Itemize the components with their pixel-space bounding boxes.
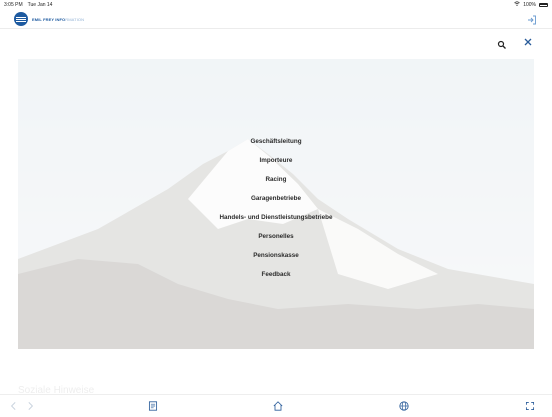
forward-button[interactable] bbox=[24, 399, 36, 411]
menu-item-personelles[interactable]: Personelles bbox=[258, 230, 293, 249]
bottom-toolbar bbox=[0, 394, 552, 414]
globe-icon bbox=[399, 401, 409, 411]
logo-mark-icon bbox=[14, 12, 28, 26]
menu-item-racing[interactable]: Racing bbox=[266, 173, 287, 192]
search-icon bbox=[497, 40, 506, 49]
web-button[interactable] bbox=[398, 399, 410, 411]
expand-button[interactable] bbox=[524, 399, 536, 411]
menu-list: Geschäftsleitung Importeure Racing Garag… bbox=[18, 135, 534, 287]
home-button[interactable] bbox=[272, 399, 284, 411]
menu-item-importeure[interactable]: Importeure bbox=[260, 154, 293, 173]
news-button[interactable] bbox=[147, 399, 159, 411]
menu-item-pensionskasse[interactable]: Pensionskasse bbox=[253, 249, 299, 268]
newspaper-icon bbox=[148, 401, 158, 411]
wifi-icon bbox=[514, 1, 520, 8]
status-time: 3:05 PM bbox=[4, 1, 23, 8]
menu-item-garagenbetriebe[interactable]: Garagenbetriebe bbox=[251, 192, 301, 211]
close-button[interactable] bbox=[522, 36, 534, 48]
battery-percent: 100% bbox=[523, 1, 536, 8]
navigation-menu-panel: Geschäftsleitung Importeure Racing Garag… bbox=[18, 59, 534, 349]
home-icon bbox=[273, 401, 283, 411]
menu-toolbar bbox=[0, 32, 552, 52]
expand-icon bbox=[525, 401, 535, 411]
menu-item-geschaeftsleitung[interactable]: Geschäftsleitung bbox=[250, 135, 301, 154]
logout-button[interactable] bbox=[526, 13, 538, 25]
chevron-left-icon bbox=[10, 402, 16, 410]
status-bar: 3:05 PM Tue Jan 14 100% bbox=[0, 0, 552, 9]
menu-item-handels-und-dienstleistungsbetriebe[interactable]: Handels- und Dienstleistungsbetriebe bbox=[219, 211, 332, 230]
search-button[interactable] bbox=[497, 37, 507, 49]
status-date: Tue Jan 14 bbox=[27, 1, 53, 8]
logo-text: EMIL FREY INFORMATION bbox=[32, 16, 85, 22]
emil-frey-logo: EMIL FREY INFORMATION bbox=[14, 12, 84, 26]
close-icon bbox=[524, 38, 532, 46]
logout-icon bbox=[528, 15, 536, 25]
app-header: EMIL FREY INFORMATION bbox=[0, 9, 552, 29]
battery-icon bbox=[539, 2, 548, 7]
back-button[interactable] bbox=[8, 399, 20, 411]
menu-item-feedback[interactable]: Feedback bbox=[261, 268, 290, 287]
chevron-right-icon bbox=[28, 402, 34, 410]
